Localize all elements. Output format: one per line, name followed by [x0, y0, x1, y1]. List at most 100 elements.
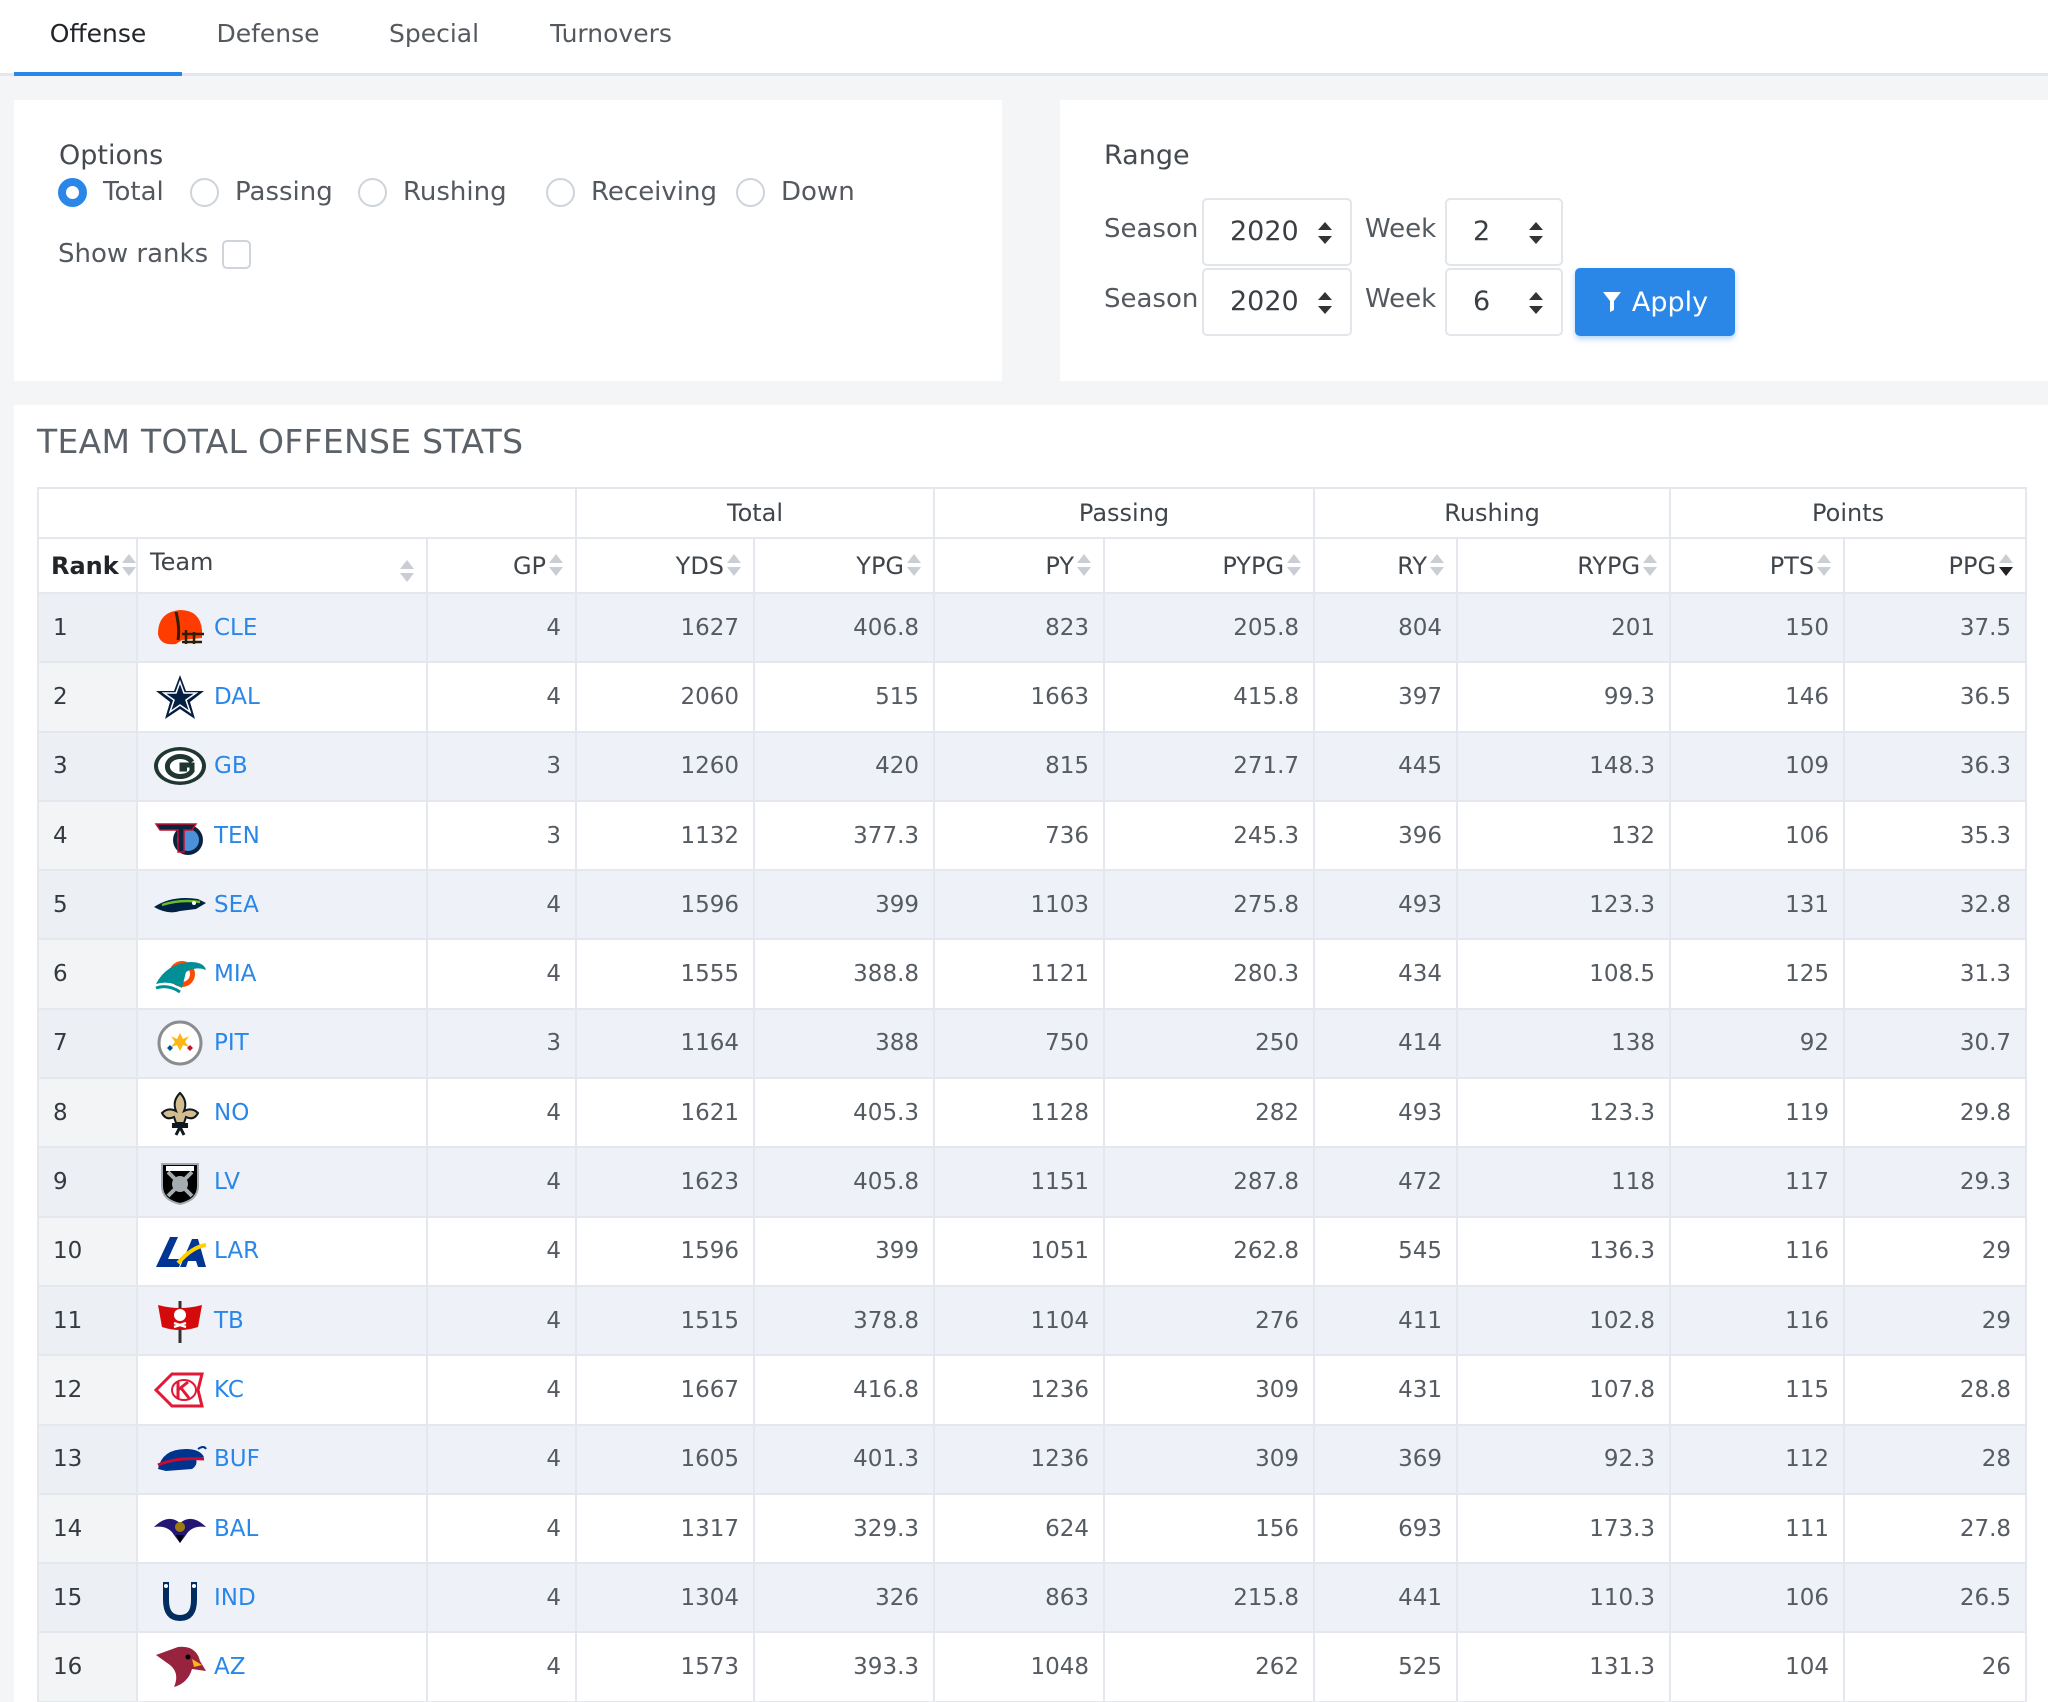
radio-circle[interactable] [358, 177, 387, 207]
cell-ppg: 26.5 [1843, 1562, 2028, 1634]
cell-team: IND [136, 1562, 428, 1634]
radio-passing[interactable]: Passing [190, 174, 333, 210]
cell-ypg: 401.3 [753, 1423, 936, 1495]
table-row[interactable]: 2 DAL 4 2060 515 1663 415.8 397 99.3 146 36.5 [37, 661, 2028, 733]
column-header-gp[interactable]: GP [425, 537, 578, 594]
start-season-select[interactable]: 2020 [1202, 198, 1352, 266]
cell-yds: 1317 [575, 1492, 756, 1565]
team-link[interactable]: NO [214, 1100, 249, 1126]
sort-icon [907, 553, 922, 576]
cell-gp: 3 [425, 1007, 578, 1080]
table-row[interactable]: 12 KC 4 1667 416.8 1236 309 431 107.8 115 28.8 [37, 1354, 2028, 1426]
cell-pypg: 245.3 [1103, 799, 1316, 872]
team-link[interactable]: AZ [214, 1654, 246, 1680]
end-week-select[interactable]: 6 [1445, 268, 1563, 336]
radio-down[interactable]: Down [736, 174, 855, 210]
cell-ypg: 416.8 [753, 1354, 936, 1426]
table-row[interactable]: 16 AZ 4 1573 393.3 1048 262 525 131.3 104 26 [37, 1631, 2028, 1702]
sort-desc-icon [1999, 553, 2014, 576]
cell-py: 624 [933, 1492, 1106, 1565]
team-link[interactable]: TB [214, 1308, 244, 1334]
radio-circle[interactable] [736, 177, 765, 207]
column-header-team[interactable]: Team [136, 537, 428, 594]
sort-icon [549, 553, 564, 576]
start-season-value: 2020 [1230, 216, 1299, 247]
tab-special[interactable]: Special [374, 0, 494, 76]
cell-gp: 4 [425, 1284, 578, 1357]
team-link[interactable]: DAL [214, 684, 260, 710]
team-link[interactable]: MIA [214, 961, 256, 987]
column-header-ry[interactable]: RY [1313, 537, 1459, 594]
radio-receiving[interactable]: Receiving [546, 174, 717, 210]
column-header-ppg[interactable]: PPG [1843, 537, 2028, 594]
cell-yds: 1573 [575, 1631, 756, 1702]
cardinals-head-icon [156, 1646, 206, 1688]
table-row[interactable]: 10 LAR 4 1596 399 1051 262.8 545 136.3 116 29 [37, 1215, 2028, 1287]
cell-rypg: 173.3 [1456, 1492, 1672, 1565]
team-link[interactable]: GB [214, 753, 248, 779]
team-link[interactable]: LV [214, 1169, 240, 1195]
cell-py: 815 [933, 730, 1106, 802]
team-link[interactable]: TEN [214, 823, 260, 849]
cell-yds: 1605 [575, 1423, 756, 1495]
tab-turnovers[interactable]: Turnovers [538, 0, 684, 76]
tab-defense[interactable]: Defense [200, 0, 336, 76]
team-link[interactable]: IND [214, 1585, 256, 1611]
tab-offense[interactable]: Offense [14, 0, 182, 76]
radio-circle[interactable] [190, 177, 219, 207]
team-link[interactable]: BUF [214, 1446, 260, 1472]
cell-pypg: 262.8 [1103, 1215, 1316, 1287]
column-header-rank[interactable]: Rank [37, 537, 138, 594]
table-row[interactable]: 4 TEN 3 1132 377.3 736 245.3 396 132 106 35.3 [37, 799, 2028, 872]
show-ranks-checkbox[interactable] [222, 239, 252, 269]
cell-ry: 369 [1313, 1423, 1459, 1495]
header-label: Rank [51, 551, 119, 580]
apply-button[interactable]: Apply [1575, 268, 1735, 336]
table-row[interactable]: 8 NO 4 1621 405.3 1128 282 493 123.3 119 29.8 [37, 1077, 2028, 1149]
column-header-pts[interactable]: PTS [1669, 537, 1846, 594]
table-row[interactable]: 7 PIT 3 1164 388 750 250 414 138 92 30.7 [37, 1007, 2028, 1080]
header-label: GP [512, 551, 547, 580]
group-header-points: Points [1669, 487, 2028, 539]
column-header-py[interactable]: PY [933, 537, 1106, 594]
table-row[interactable]: 6 MIA 4 1555 388.8 1121 280.3 434 108.5 125 31.3 [37, 938, 2028, 1010]
team-link[interactable]: LAR [214, 1238, 259, 1264]
team-link[interactable]: BAL [214, 1516, 258, 1542]
cell-rypg: 136.3 [1456, 1215, 1672, 1287]
column-header-pypg[interactable]: PYPG [1103, 537, 1316, 594]
cell-pts: 111 [1669, 1492, 1846, 1565]
radio-total[interactable]: Total [58, 174, 164, 210]
cell-ypg: 378.8 [753, 1284, 936, 1357]
table-row[interactable]: 14 BAL 4 1317 329.3 624 156 693 173.3 111 27.8 [37, 1492, 2028, 1565]
table-row[interactable]: 11 TB 4 1515 378.8 1104 276 411 102.8 116 29 [37, 1284, 2028, 1357]
table-row[interactable]: 15 IND 4 1304 326 863 215.8 441 110.3 106 26.5 [37, 1562, 2028, 1634]
table-row[interactable]: 5 SEA 4 1596 399 1103 275.8 493 123.3 131 32.8 [37, 869, 2028, 941]
column-header-rypg[interactable]: RYPG [1456, 537, 1672, 594]
column-header-yds[interactable]: YDS [575, 537, 756, 594]
cell-ry: 693 [1313, 1492, 1459, 1565]
radio-circle[interactable] [546, 177, 575, 207]
team-link[interactable]: KC [214, 1377, 244, 1403]
start-week-select[interactable]: 2 [1445, 198, 1563, 266]
cowboys-star-icon [156, 674, 204, 719]
end-season-select[interactable]: 2020 [1202, 268, 1352, 336]
cell-gp: 4 [425, 1631, 578, 1702]
cell-ppg: 29.8 [1843, 1077, 2028, 1149]
cell-gp: 4 [425, 1492, 578, 1565]
table-row[interactable]: 1 CLE 4 1627 406.8 823 205.8 804 201 150 37.5 [37, 591, 2028, 664]
team-link[interactable]: PIT [214, 1030, 249, 1056]
cell-ry: 434 [1313, 938, 1459, 1010]
table-row[interactable]: 3 GB 3 1260 420 815 271.7 445 148.3 109 36.3 [37, 730, 2028, 802]
table-row[interactable]: 9 LV 4 1623 405.8 1151 287.8 472 118 117 29.3 [37, 1146, 2028, 1218]
cell-yds: 1515 [575, 1284, 756, 1357]
team-link[interactable]: SEA [214, 892, 259, 918]
cell-rypg: 123.3 [1456, 869, 1672, 941]
radio-circle[interactable] [58, 177, 87, 207]
cell-team: KC [136, 1354, 428, 1426]
table-row[interactable]: 13 BUF 4 1605 401.3 1236 309 369 92.3 112 28 [37, 1423, 2028, 1495]
cell-rypg: 138 [1456, 1007, 1672, 1080]
radio-rushing[interactable]: Rushing [358, 174, 507, 210]
cell-ppg: 29.3 [1843, 1146, 2028, 1218]
column-header-ypg[interactable]: YPG [753, 537, 936, 594]
team-link[interactable]: CLE [214, 615, 257, 641]
